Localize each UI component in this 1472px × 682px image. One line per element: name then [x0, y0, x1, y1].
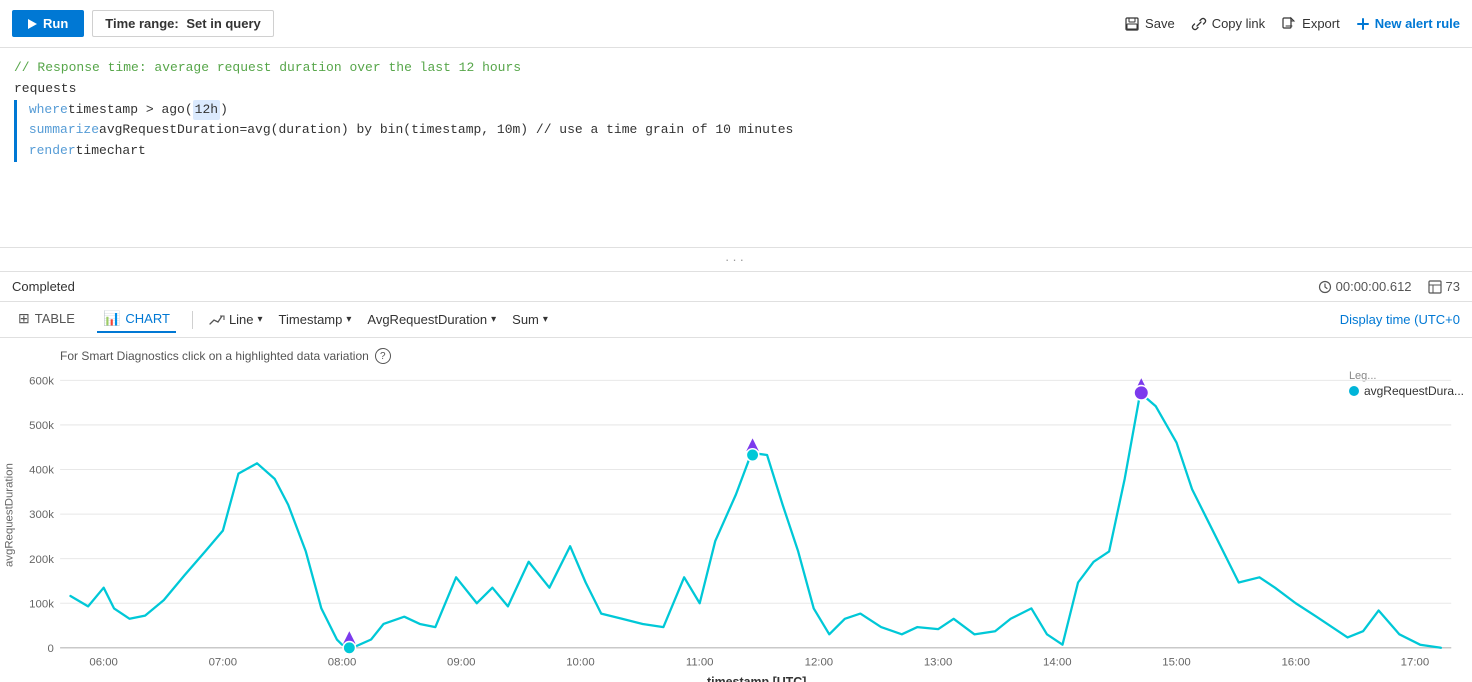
svg-text:500k: 500k [29, 420, 54, 432]
chart-container: Leg... avgRequestDura... 600k 500k 400k [0, 370, 1472, 674]
query-line-2: where timestamp > ago(12h) [14, 100, 1458, 121]
status-right: 00:00:00.612 73 [1318, 279, 1460, 294]
toolbar: Run Time range: Set in query Save Copy l… [0, 0, 1472, 48]
save-button[interactable]: Save [1124, 16, 1175, 32]
export-icon [1281, 16, 1297, 32]
svg-text:10:00: 10:00 [566, 656, 595, 668]
copy-link-button[interactable]: Copy link [1191, 16, 1265, 32]
status-rows-value: 73 [1446, 279, 1460, 294]
query-line-comment: // Response time: average request durati… [14, 58, 1458, 79]
tab-chart[interactable]: 📊 CHART [97, 306, 176, 333]
svg-text:13:00: 13:00 [924, 656, 953, 668]
time-range-value: Set in query [186, 16, 260, 31]
clock-icon [1318, 280, 1332, 294]
svg-text:08:00: 08:00 [328, 656, 357, 668]
time-range-button[interactable]: Time range: Set in query [92, 10, 274, 37]
new-alert-button[interactable]: New alert rule [1356, 16, 1460, 31]
svg-text:15:00: 15:00 [1162, 656, 1191, 668]
svg-text:600k: 600k [29, 376, 54, 388]
chart-area: For Smart Diagnostics click on a highlig… [0, 338, 1472, 682]
plus-icon [1356, 17, 1370, 31]
tab-separator [192, 311, 193, 329]
avg-dropdown-label: AvgRequestDuration [367, 312, 487, 327]
time-range-prefix: Time range: [105, 16, 178, 31]
svg-text:06:00: 06:00 [89, 656, 118, 668]
svg-text:09:00: 09:00 [447, 656, 476, 668]
copy-link-icon [1191, 16, 1207, 32]
sum-dropdown[interactable]: Sum ▾ [512, 312, 548, 327]
svg-text:timestamp [UTC]: timestamp [UTC] [707, 675, 806, 682]
svg-text:07:00: 07:00 [209, 656, 238, 668]
run-label: Run [43, 16, 68, 31]
status-time: 00:00:00.612 [1318, 279, 1412, 294]
line-chevron-icon: ▾ [258, 314, 263, 325]
sum-dropdown-label: Sum [512, 312, 539, 327]
export-label: Export [1302, 16, 1340, 31]
chart-tab-icon: 📊 [103, 310, 120, 327]
line-chart-icon [209, 313, 225, 327]
display-time: Display time (UTC+0 [1340, 312, 1460, 327]
new-alert-label: New alert rule [1375, 16, 1460, 31]
chart-svg: 600k 500k 400k 300k 200k 100k 0 avgReque… [0, 370, 1472, 682]
tab-table[interactable]: ⊞ TABLE [12, 306, 81, 333]
view-tabs: ⊞ TABLE 📊 CHART Line ▾ Timestamp ▾ AvgRe… [0, 302, 1472, 338]
svg-text:12:00: 12:00 [805, 656, 834, 668]
smart-diag-bar: For Smart Diagnostics click on a highlig… [0, 348, 1472, 370]
svg-text:17:00: 17:00 [1401, 656, 1430, 668]
status-rows: 73 [1428, 279, 1460, 294]
save-icon [1124, 16, 1140, 32]
svg-text:200k: 200k [29, 554, 54, 566]
smart-diag-text: For Smart Diagnostics click on a highlig… [60, 349, 369, 363]
table-tab-icon: ⊞ [18, 310, 30, 327]
sum-chevron-icon: ▾ [543, 314, 548, 325]
svg-text:400k: 400k [29, 465, 54, 477]
svg-text:0: 0 [48, 643, 54, 655]
svg-text:300k: 300k [29, 509, 54, 521]
svg-text:16:00: 16:00 [1281, 656, 1310, 668]
timestamp-dropdown-label: Timestamp [279, 312, 343, 327]
query-line-3: summarize avgRequestDuration=avg(duratio… [14, 120, 1458, 141]
timestamp-chevron-icon: ▾ [346, 314, 351, 325]
avg-chevron-icon: ▾ [491, 314, 496, 325]
save-label: Save [1145, 16, 1175, 31]
query-line-1: requests [14, 79, 1458, 100]
query-editor[interactable]: // Response time: average request durati… [0, 48, 1472, 248]
timestamp-dropdown[interactable]: Timestamp ▾ [279, 312, 352, 327]
run-button[interactable]: Run [12, 10, 84, 37]
svg-text:100k: 100k [29, 598, 54, 610]
copy-link-label: Copy link [1212, 16, 1265, 31]
svg-text:11:00: 11:00 [686, 656, 714, 668]
status-completed: Completed [12, 279, 75, 294]
avg-dropdown[interactable]: AvgRequestDuration ▾ [367, 312, 496, 327]
svg-text:avgRequestDuration: avgRequestDuration [3, 463, 15, 567]
svg-text:14:00: 14:00 [1043, 656, 1072, 668]
help-icon[interactable]: ? [375, 348, 391, 364]
line-dropdown-label: Line [229, 312, 254, 327]
chart-tab-label: CHART [125, 311, 170, 326]
export-button[interactable]: Export [1281, 16, 1340, 32]
line-dropdown[interactable]: Line ▾ [209, 312, 263, 327]
status-bar: Completed 00:00:00.612 73 [0, 272, 1472, 302]
table-tab-label: TABLE [35, 311, 75, 326]
resizer-handle[interactable]: ··· [0, 248, 1472, 272]
play-icon [28, 19, 37, 29]
status-time-value: 00:00:00.612 [1336, 279, 1412, 294]
table-icon [1428, 280, 1442, 294]
query-line-4: render timechart [14, 141, 1458, 162]
toolbar-right: Save Copy link Export New alert rule [1124, 16, 1460, 32]
